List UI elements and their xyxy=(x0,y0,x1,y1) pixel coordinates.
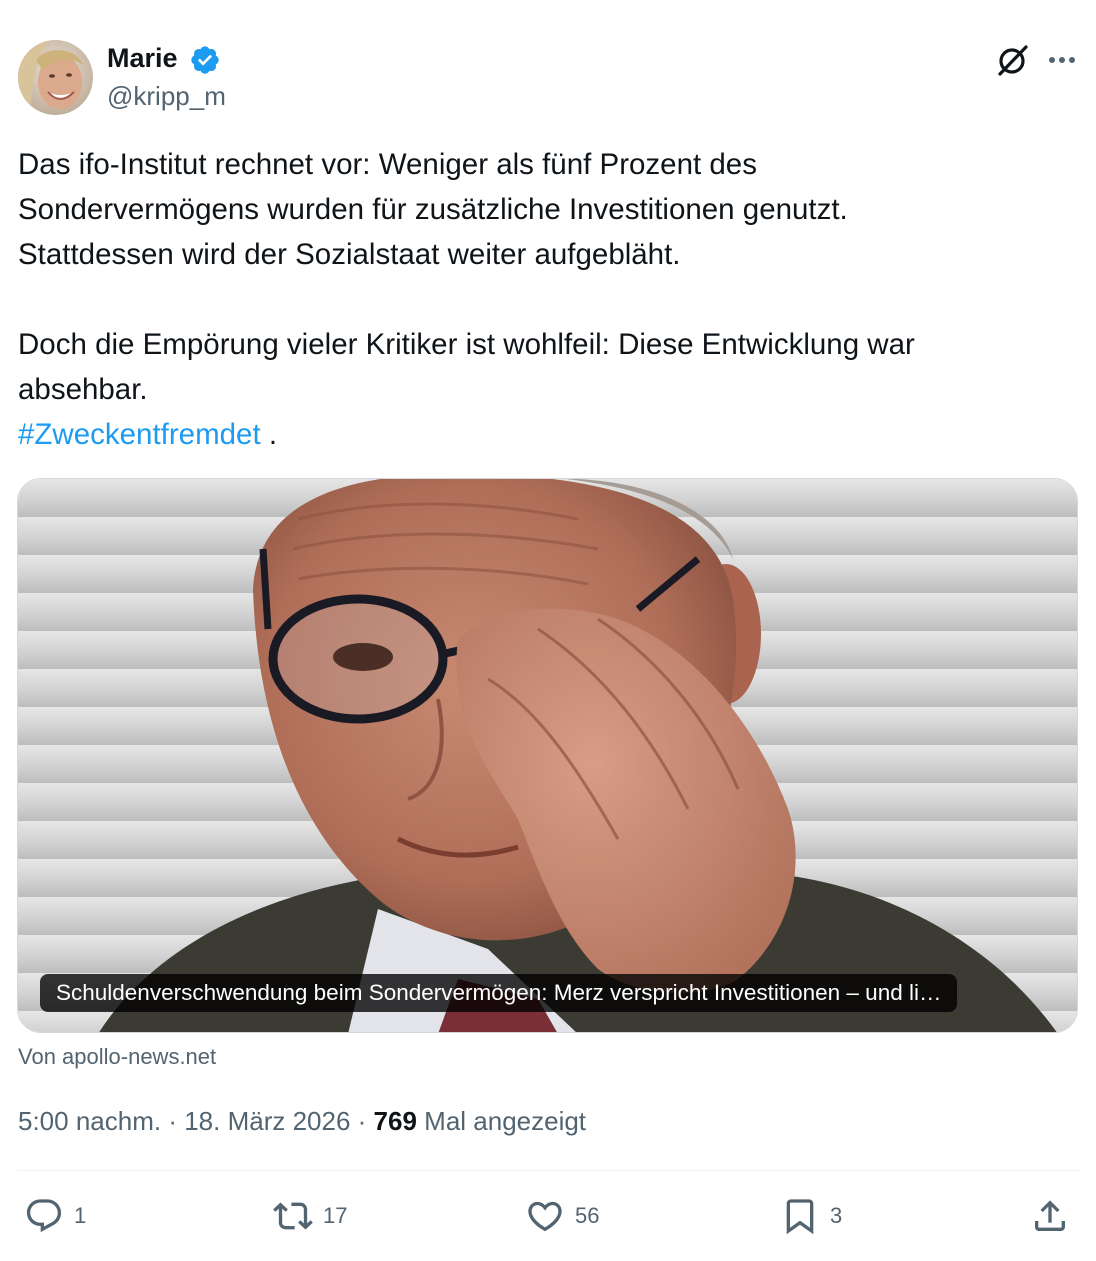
tweet-meta: 5:00 nachm. · 18. März 2026 · 769 Mal an… xyxy=(18,1104,586,1138)
hashtag-suffix: . xyxy=(260,418,278,451)
retweet-icon xyxy=(273,1202,313,1230)
tweet-line: Stattdessen wird der Sozialstaat weiter … xyxy=(18,238,681,271)
reply-button[interactable]: 1 xyxy=(24,1192,86,1240)
tweet-text: Das ifo-Institut rechnet vor: Weniger al… xyxy=(18,142,1078,457)
divider xyxy=(17,1170,1080,1171)
tweet-line: Doch die Empörung vieler Kritiker ist wo… xyxy=(18,328,915,361)
retweet-button[interactable]: 17 xyxy=(273,1192,347,1240)
views-count: 769 xyxy=(373,1106,417,1136)
views-label: Mal angezeigt xyxy=(424,1106,587,1136)
tweet-time[interactable]: 5:00 nachm. xyxy=(18,1106,161,1136)
tweet-paragraph-2: Doch die Empörung vieler Kritiker ist wo… xyxy=(18,322,1078,457)
author-name[interactable]: Marie xyxy=(107,42,178,74)
reply-count: 1 xyxy=(74,1203,87,1228)
tweet-date[interactable]: 18. März 2026 xyxy=(184,1106,350,1136)
hashtag-link[interactable]: #Zweckentfremdet xyxy=(18,418,261,451)
tweet-line: Das ifo-Institut rechnet vor: Weniger al… xyxy=(18,148,757,181)
link-card-title[interactable]: Schuldenverschwendung beim Sondervermöge… xyxy=(40,974,958,1012)
reply-icon xyxy=(26,1199,62,1233)
grok-icon[interactable] xyxy=(995,42,1031,78)
bookmark-icon xyxy=(786,1199,814,1235)
bookmark-button[interactable]: 3 xyxy=(780,1192,842,1240)
heart-icon xyxy=(528,1201,562,1232)
tweet-paragraph-1: Das ifo-Institut rechnet vor: Weniger al… xyxy=(18,142,1078,277)
link-card-source[interactable]: Von apollo-news.net xyxy=(18,1042,216,1072)
like-count: 56 xyxy=(575,1203,600,1228)
retweet-count: 17 xyxy=(323,1203,348,1228)
meta-separator: · xyxy=(161,1106,185,1136)
share-icon xyxy=(1035,1200,1065,1231)
bookmark-count: 3 xyxy=(830,1203,843,1228)
like-button[interactable]: 56 xyxy=(525,1192,599,1240)
tweet-line: Sondervermögens wurden für zusätzliche I… xyxy=(18,193,848,226)
more-options-icon[interactable] xyxy=(1043,42,1081,78)
share-button[interactable] xyxy=(1030,1192,1070,1240)
tweet-line: absehbar. xyxy=(18,373,148,406)
link-card-image[interactable] xyxy=(17,478,1078,1033)
avatar[interactable] xyxy=(18,40,93,115)
verified-badge-icon xyxy=(189,44,221,76)
meta-separator: · xyxy=(350,1106,374,1136)
author-handle[interactable]: @kripp_m xyxy=(107,80,226,112)
